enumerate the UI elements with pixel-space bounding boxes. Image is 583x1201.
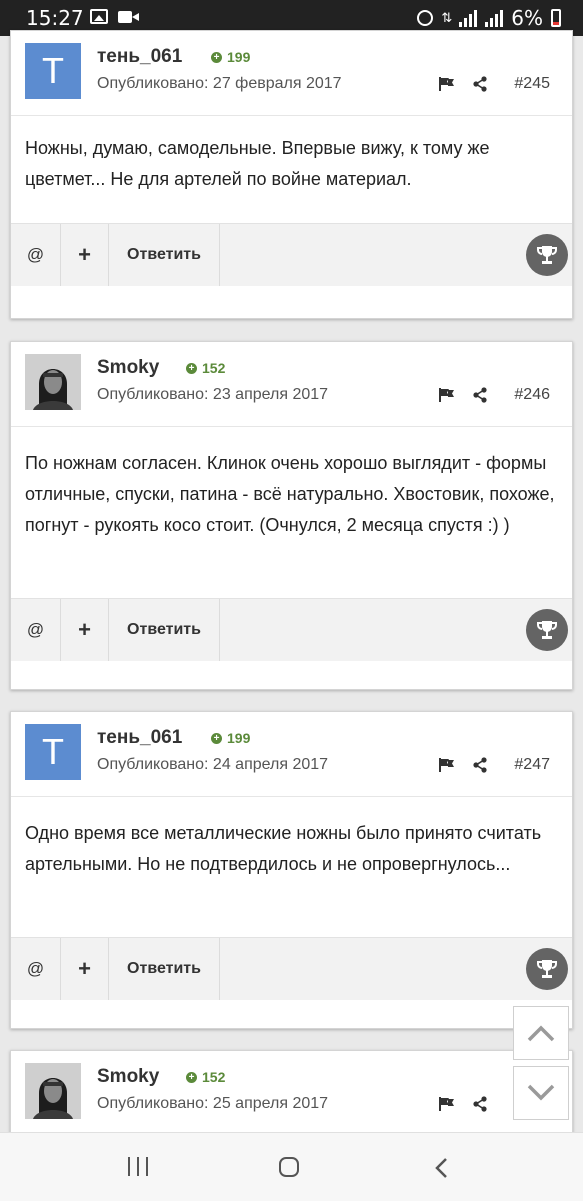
multiquote-button[interactable]: + bbox=[61, 599, 109, 661]
recent-apps-icon[interactable] bbox=[128, 1157, 148, 1176]
post-header: T тень_061 +199 Опубликовано: 24 апреля … bbox=[11, 712, 572, 797]
home-icon[interactable] bbox=[279, 1157, 299, 1177]
chevron-down-icon bbox=[527, 1084, 555, 1101]
author-name[interactable]: тень_061 bbox=[97, 46, 182, 68]
reputation-badge: +199 bbox=[211, 49, 250, 65]
post-number[interactable]: #245 bbox=[514, 75, 550, 93]
post-245: T тень_061 +199 Опубликовано: 27 февраля… bbox=[10, 30, 573, 319]
post-body: Одно время все металлические ножны было … bbox=[25, 823, 542, 874]
post-date: Опубликовано: 27 февраля 2017 bbox=[97, 75, 342, 92]
post-246: Smoky +152 Опубликовано: 23 апреля 2017 … bbox=[10, 341, 573, 690]
reputation-badge: +152 bbox=[186, 360, 225, 376]
flag-icon[interactable] bbox=[439, 388, 455, 402]
author-name[interactable]: тень_061 bbox=[97, 727, 182, 749]
battery-icon bbox=[551, 9, 561, 27]
user-photo-icon bbox=[25, 1063, 81, 1119]
back-icon[interactable] bbox=[434, 1157, 448, 1179]
flag-icon[interactable] bbox=[439, 77, 455, 91]
post-number[interactable]: #246 bbox=[514, 386, 550, 404]
flag-icon[interactable] bbox=[439, 1097, 455, 1111]
status-time: 15:27 bbox=[26, 6, 84, 30]
post-body: По ножнам согласен. Клинок очень хорошо … bbox=[25, 453, 555, 535]
signal-2-icon bbox=[485, 9, 504, 27]
post-247: T тень_061 +199 Опубликовано: 24 апреля … bbox=[10, 711, 573, 1029]
reply-button[interactable]: Ответить bbox=[109, 938, 220, 1000]
reply-button[interactable]: Ответить bbox=[109, 224, 220, 286]
post-date: Опубликовано: 24 апреля 2017 bbox=[97, 756, 329, 773]
trophy-icon[interactable] bbox=[526, 609, 568, 651]
avatar[interactable]: T bbox=[25, 43, 81, 99]
post-date: Опубликовано: 25 апреля 2017 bbox=[97, 1095, 329, 1112]
author-name[interactable]: Smoky bbox=[97, 357, 159, 379]
avatar[interactable]: T bbox=[25, 724, 81, 780]
avatar[interactable] bbox=[25, 1063, 81, 1119]
video-icon bbox=[118, 11, 139, 23]
scroll-down-button[interactable] bbox=[513, 1066, 569, 1120]
share-icon[interactable] bbox=[472, 76, 488, 92]
alarm-icon bbox=[417, 10, 434, 26]
post-header: T тень_061 +199 Опубликовано: 27 февраля… bbox=[11, 31, 572, 116]
gallery-icon bbox=[90, 9, 108, 24]
trophy-icon[interactable] bbox=[526, 234, 568, 276]
mention-button[interactable]: @ bbox=[11, 938, 61, 1000]
avatar[interactable] bbox=[25, 354, 81, 410]
post-header: Smoky +152 Опубликовано: 25 апреля 2017 … bbox=[11, 1051, 572, 1136]
share-icon[interactable] bbox=[472, 1096, 488, 1112]
trophy-icon[interactable] bbox=[526, 948, 568, 990]
plus-circle-icon: + bbox=[211, 51, 222, 63]
plus-circle-icon: + bbox=[186, 362, 197, 374]
post-body: Ножны, думаю, самодельные. Впервые вижу,… bbox=[25, 138, 490, 189]
share-icon[interactable] bbox=[472, 757, 488, 773]
network-type-icon: ⇅ bbox=[441, 10, 452, 26]
plus-circle-icon: + bbox=[211, 732, 222, 744]
reputation-badge: +199 bbox=[211, 730, 250, 746]
post-actions: @ + Ответить bbox=[11, 598, 572, 661]
post-date: Опубликовано: 23 апреля 2017 bbox=[97, 386, 329, 403]
mention-button[interactable]: @ bbox=[11, 599, 61, 661]
reputation-badge: +152 bbox=[186, 1069, 225, 1085]
chevron-up-icon bbox=[527, 1025, 555, 1042]
multiquote-button[interactable]: + bbox=[61, 224, 109, 286]
signal-icon bbox=[459, 9, 478, 27]
share-icon[interactable] bbox=[472, 387, 488, 403]
post-actions: @ + Ответить bbox=[11, 937, 572, 1000]
multiquote-button[interactable]: + bbox=[61, 938, 109, 1000]
reply-button[interactable]: Ответить bbox=[109, 599, 220, 661]
battery-percent: 6% bbox=[511, 6, 543, 30]
scroll-up-button[interactable] bbox=[513, 1006, 569, 1060]
author-name[interactable]: Smoky bbox=[97, 1066, 159, 1088]
user-photo-icon bbox=[25, 354, 81, 410]
mention-button[interactable]: @ bbox=[11, 224, 61, 286]
post-number[interactable]: #247 bbox=[514, 756, 550, 774]
flag-icon[interactable] bbox=[439, 758, 455, 772]
system-nav-bar bbox=[0, 1132, 583, 1201]
post-header: Smoky +152 Опубликовано: 23 апреля 2017 … bbox=[11, 342, 572, 427]
plus-circle-icon: + bbox=[186, 1071, 197, 1083]
post-actions: @ + Ответить bbox=[11, 223, 572, 286]
